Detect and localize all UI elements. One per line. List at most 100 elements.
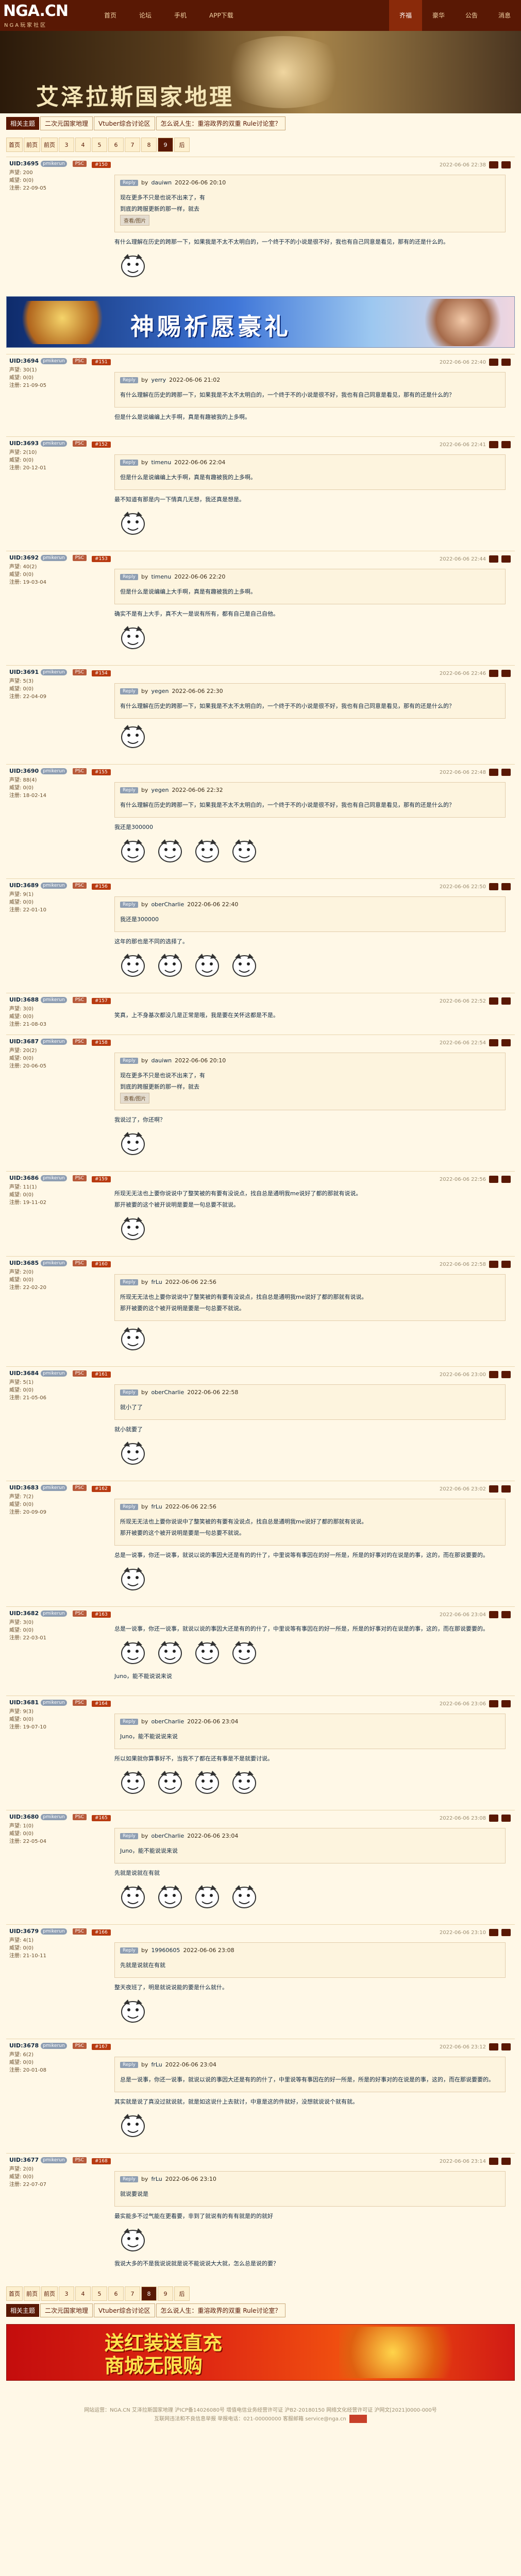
nav-item-forum[interactable]: 论坛 — [128, 0, 163, 31]
page-button[interactable]: 前页 — [41, 138, 58, 152]
breadcrumb-item[interactable]: Vtuber综合讨论区 — [94, 2303, 155, 2317]
reply-icon[interactable] — [489, 555, 498, 563]
page-button[interactable]: 3 — [59, 138, 74, 152]
more-icon[interactable] — [501, 883, 511, 890]
post-floor-number[interactable]: #153 — [92, 556, 111, 562]
page-button[interactable]: 前页 — [41, 2286, 58, 2301]
more-icon[interactable] — [501, 1039, 511, 1046]
reply-icon[interactable] — [489, 1700, 498, 1707]
author-uid[interactable]: UID:3682 — [9, 1610, 39, 1617]
user-menu-messages[interactable]: 消息 — [488, 0, 521, 31]
author-name-badge[interactable]: pmikerun — [41, 1038, 67, 1045]
more-icon[interactable] — [501, 1815, 511, 1822]
page-button[interactable]: 5 — [92, 2286, 107, 2301]
post-floor-number[interactable]: #164 — [92, 1701, 111, 1707]
page-button[interactable]: 首页 — [6, 2286, 23, 2301]
more-icon[interactable] — [501, 769, 511, 776]
reply-icon[interactable] — [489, 1815, 498, 1822]
quote-author[interactable]: frLu — [151, 1503, 162, 1510]
author-name-badge[interactable]: pmikerun — [41, 1928, 67, 1935]
ad-banner-bottom[interactable]: 送红装送直充 商城无限购 — [6, 2324, 515, 2381]
author-uid[interactable]: UID:3680 — [9, 1814, 39, 1820]
post-floor-number[interactable]: #161 — [92, 1371, 111, 1378]
page-button[interactable]: 首页 — [6, 138, 23, 152]
breadcrumb-item[interactable]: 二次元国家地理 — [40, 116, 93, 130]
author-uid[interactable]: UID:3695 — [9, 160, 39, 167]
author-uid[interactable]: UID:3683 — [9, 1484, 39, 1491]
more-icon[interactable] — [501, 1261, 511, 1268]
more-icon[interactable] — [501, 1485, 511, 1493]
reply-icon[interactable] — [489, 1929, 498, 1936]
breadcrumb-item[interactable]: Vtuber综合讨论区 — [94, 116, 155, 130]
more-icon[interactable] — [501, 1611, 511, 1618]
more-icon[interactable] — [501, 997, 511, 1005]
quote-author[interactable]: dauiwn — [151, 179, 172, 186]
reply-icon[interactable] — [489, 2043, 498, 2050]
post-floor-number[interactable]: #159 — [92, 1176, 111, 1182]
post-floor-number[interactable]: #160 — [92, 1261, 111, 1267]
author-uid[interactable]: UID:3685 — [9, 1260, 39, 1266]
more-icon[interactable] — [501, 1929, 511, 1936]
author-uid[interactable]: UID:3690 — [9, 768, 39, 774]
more-icon[interactable] — [501, 1176, 511, 1183]
author-uid[interactable]: UID:3694 — [9, 358, 39, 364]
author-name-badge[interactable]: pmikerun — [41, 669, 67, 675]
author-name-badge[interactable]: pmikerun — [41, 440, 67, 447]
author-name-badge[interactable]: pmikerun — [41, 1260, 67, 1266]
post-floor-number[interactable]: #155 — [92, 769, 111, 775]
post-floor-number[interactable]: #156 — [92, 884, 111, 890]
quote-author[interactable]: dauiwn — [151, 1057, 172, 1064]
more-icon[interactable] — [501, 359, 511, 366]
reply-icon[interactable] — [489, 1371, 498, 1378]
user-menu-notice[interactable]: 公告 — [455, 0, 488, 31]
quote-author[interactable]: oberCharlie — [151, 901, 184, 908]
reply-icon[interactable] — [489, 883, 498, 890]
post-floor-number[interactable]: #162 — [92, 1486, 111, 1492]
page-button[interactable]: 4 — [75, 2286, 91, 2301]
quote-author[interactable]: oberCharlie — [151, 1833, 184, 1839]
ad-banner[interactable]: 神赐祈愿豪礼 — [6, 296, 515, 348]
author-uid[interactable]: UID:3684 — [9, 1370, 39, 1377]
page-button[interactable]: 6 — [108, 138, 124, 152]
reply-icon[interactable] — [489, 1485, 498, 1493]
author-name-badge[interactable]: pmikerun — [41, 554, 67, 561]
page-button[interactable]: 前页 — [24, 2286, 40, 2301]
view-image-button[interactable]: 查看/图片 — [120, 215, 150, 226]
post-floor-number[interactable]: #154 — [92, 670, 111, 676]
more-icon[interactable] — [501, 2158, 511, 2165]
author-uid[interactable]: UID:3678 — [9, 2042, 39, 2049]
post-floor-number[interactable]: #150 — [92, 162, 111, 168]
view-image-button[interactable]: 查看/图片 — [120, 1093, 150, 1104]
quote-author[interactable]: frLu — [151, 2176, 162, 2182]
more-icon[interactable] — [501, 2043, 511, 2050]
more-icon[interactable] — [501, 441, 511, 448]
more-icon[interactable] — [501, 670, 511, 677]
quote-author[interactable]: oberCharlie — [151, 1718, 184, 1725]
author-name-badge[interactable]: pmikerun — [41, 2157, 67, 2163]
quote-author[interactable]: timenu — [151, 573, 171, 580]
page-button[interactable]: 3 — [59, 2286, 74, 2301]
quote-author[interactable]: 19960605 — [151, 1947, 180, 1954]
quote-author[interactable]: frLu — [151, 2061, 162, 2068]
page-button[interactable]: 前页 — [24, 138, 40, 152]
reply-icon[interactable] — [489, 1039, 498, 1046]
post-floor-number[interactable]: #152 — [92, 442, 111, 448]
author-uid[interactable]: UID:3692 — [9, 554, 39, 561]
author-uid[interactable]: UID:3689 — [9, 882, 39, 889]
reply-icon[interactable] — [489, 441, 498, 448]
reply-icon[interactable] — [489, 997, 498, 1005]
post-floor-number[interactable]: #158 — [92, 1040, 111, 1046]
page-button[interactable]: 9 — [158, 2286, 173, 2301]
more-icon[interactable] — [501, 1371, 511, 1378]
post-floor-number[interactable]: #165 — [92, 1815, 111, 1821]
nav-item-mobile[interactable]: 手机 — [163, 0, 198, 31]
page-button[interactable]: 7 — [125, 2286, 140, 2301]
reply-icon[interactable] — [489, 769, 498, 776]
reply-icon[interactable] — [489, 2158, 498, 2165]
page-button[interactable]: 9 — [158, 138, 173, 152]
site-logo[interactable]: NGA.CN NGA玩家社区 — [0, 0, 77, 31]
breadcrumb-item[interactable]: 怎么说人生：重溶政界的双重 Rule讨论室？ — [156, 116, 286, 130]
nav-item-home[interactable]: 首页 — [93, 0, 128, 31]
user-menu-qifu[interactable]: 齐福 — [389, 0, 422, 31]
post-floor-number[interactable]: #166 — [92, 1929, 111, 1936]
